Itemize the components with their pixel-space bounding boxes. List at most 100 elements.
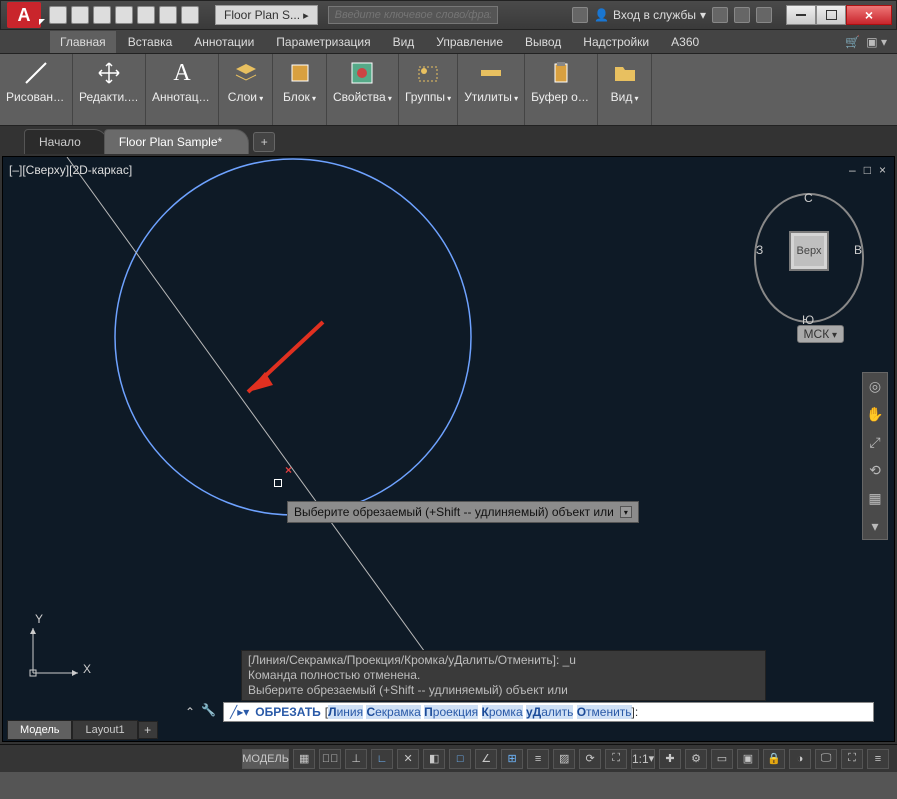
app-logo[interactable]: A bbox=[7, 2, 41, 28]
steering-wheel-icon[interactable]: ◎ bbox=[866, 377, 884, 395]
panel-view[interactable]: Вид bbox=[598, 54, 652, 125]
tab-view[interactable]: Вид bbox=[383, 31, 425, 53]
vp-maximize-icon[interactable]: □ bbox=[864, 163, 871, 177]
tab-addins[interactable]: Надстройки bbox=[573, 31, 659, 53]
tab-insert[interactable]: Вставка bbox=[118, 31, 183, 53]
status-scale-button[interactable]: 1:1 ▾ bbox=[631, 749, 655, 769]
minimize-button[interactable] bbox=[786, 5, 816, 25]
status-otrack-icon[interactable]: ⊞ bbox=[501, 749, 523, 769]
status-workspace-icon[interactable]: ⚙ bbox=[685, 749, 707, 769]
panel-annotation[interactable]: AАннотац... bbox=[146, 54, 219, 125]
panel-properties[interactable]: Свойства bbox=[327, 54, 399, 125]
featured-apps-icon[interactable]: 🛒 bbox=[845, 35, 860, 49]
qat-save-icon[interactable] bbox=[93, 6, 111, 24]
maximize-button[interactable] bbox=[816, 5, 846, 25]
compass-west[interactable]: З bbox=[756, 243, 763, 257]
cmdline-expand-icon[interactable]: ⌃ bbox=[183, 705, 197, 719]
status-lockui-icon[interactable]: 🔒 bbox=[763, 749, 785, 769]
status-quickprops-icon[interactable]: ▣ bbox=[737, 749, 759, 769]
panel-draw[interactable]: Рисован... bbox=[0, 54, 73, 125]
pan-icon[interactable]: ✋ bbox=[866, 405, 884, 423]
group-icon bbox=[413, 58, 443, 88]
close-button[interactable] bbox=[846, 5, 892, 25]
status-ortho-icon[interactable]: ∟ bbox=[371, 749, 393, 769]
panel-clipboard[interactable]: Буфер о... bbox=[525, 54, 598, 125]
layout-tab-model[interactable]: Модель bbox=[7, 720, 72, 740]
orbit-icon[interactable]: ⟲ bbox=[866, 461, 884, 479]
text-icon: A bbox=[167, 58, 197, 88]
panel-layers[interactable]: Слои bbox=[219, 54, 273, 125]
status-osnap-icon[interactable]: □ bbox=[449, 749, 471, 769]
qat-saveas-icon[interactable] bbox=[115, 6, 133, 24]
search-input[interactable] bbox=[328, 6, 498, 24]
status-polar-icon[interactable]: ✕ bbox=[397, 749, 419, 769]
cursor-tooltip: Выберите обрезаемый (+Shift -- удлиняемы… bbox=[287, 501, 639, 523]
qat-new-icon[interactable] bbox=[49, 6, 67, 24]
qat-undo-icon[interactable] bbox=[159, 6, 177, 24]
clipboard-icon bbox=[546, 58, 576, 88]
cmdline-customize-icon[interactable]: 🔧 bbox=[201, 703, 219, 721]
layers-icon bbox=[231, 58, 261, 88]
doctab-start[interactable]: Начало bbox=[24, 129, 108, 154]
document-title: Floor Plan S... ▸ bbox=[215, 5, 318, 25]
status-customize-icon[interactable]: ≡ bbox=[867, 749, 889, 769]
quick-access-toolbar bbox=[49, 6, 199, 24]
status-hardware-icon[interactable]: 🖵 bbox=[815, 749, 837, 769]
viewcube[interactable]: С Ю З В Верх bbox=[754, 193, 864, 323]
status-snapmode-icon[interactable]: �⃞ bbox=[319, 749, 341, 769]
navbar-collapse-icon[interactable]: ▾ bbox=[866, 517, 884, 535]
layout-tabs: Модель Layout1 + bbox=[7, 720, 158, 740]
wcs-badge[interactable]: МСК ▾ bbox=[797, 325, 844, 343]
new-drawing-tab[interactable]: + bbox=[253, 132, 275, 152]
tab-manage[interactable]: Управление bbox=[426, 31, 513, 53]
tab-parametric[interactable]: Параметризация bbox=[266, 31, 380, 53]
status-infer-icon[interactable]: ⊥ bbox=[345, 749, 367, 769]
status-units-icon[interactable]: ▭ bbox=[711, 749, 733, 769]
status-transparency-icon[interactable]: ▨ bbox=[553, 749, 575, 769]
tooltip-dropdown-icon[interactable]: ▾ bbox=[620, 506, 632, 518]
vp-minimize-icon[interactable]: – bbox=[849, 163, 856, 177]
status-cycling-icon[interactable]: ⟳ bbox=[579, 749, 601, 769]
command-line-input[interactable]: ╱▸▾ ОБРЕЗАТЬ [Линия Секрамка Проекция Кр… bbox=[223, 702, 874, 722]
status-modelspace-button[interactable]: МОДЕЛЬ bbox=[242, 749, 289, 769]
qat-redo-icon[interactable] bbox=[181, 6, 199, 24]
zoom-extents-icon[interactable]: ⤢ bbox=[866, 433, 884, 451]
panel-utilities[interactable]: Утилиты bbox=[458, 54, 525, 125]
status-cleanscreen-icon[interactable]: ⛶ bbox=[841, 749, 863, 769]
qat-print-icon[interactable] bbox=[137, 6, 155, 24]
tab-annotate[interactable]: Аннотации bbox=[184, 31, 264, 53]
status-isolate-icon[interactable]: ◑ bbox=[789, 749, 811, 769]
title-bar: A Floor Plan S... ▸ 👤 Вход в службы ▾ bbox=[0, 0, 897, 30]
viewport-label[interactable]: [–][Сверху][2D-каркас] bbox=[9, 163, 132, 177]
autodesk-account-icon[interactable] bbox=[572, 7, 588, 23]
doctab-floorplan[interactable]: Floor Plan Sample* bbox=[104, 129, 249, 154]
layout-tab-layout1[interactable]: Layout1 bbox=[72, 720, 137, 740]
tab-a360[interactable]: A360 bbox=[661, 31, 709, 53]
qat-open-icon[interactable] bbox=[71, 6, 89, 24]
stay-connected-icon[interactable] bbox=[734, 7, 750, 23]
panel-groups[interactable]: Группы bbox=[399, 54, 458, 125]
sign-in-button[interactable]: 👤 Вход в службы ▾ bbox=[594, 8, 706, 22]
tab-output[interactable]: Вывод bbox=[515, 31, 571, 53]
ucs-icon[interactable]: X Y bbox=[23, 618, 93, 691]
status-annomonitor-icon[interactable]: ✚ bbox=[659, 749, 681, 769]
status-isodraft-icon[interactable]: ◧ bbox=[423, 749, 445, 769]
status-3dosnap-icon[interactable]: ∠ bbox=[475, 749, 497, 769]
showmotion-icon[interactable]: ▦ bbox=[866, 489, 884, 507]
panel-modify[interactable]: Редакти... bbox=[73, 54, 146, 125]
status-lineweight-icon[interactable]: ≡ bbox=[527, 749, 549, 769]
help-icon[interactable] bbox=[756, 7, 772, 23]
drawing-canvas[interactable]: [–][Сверху][2D-каркас] – □ × С Ю З В Вер… bbox=[2, 156, 895, 742]
viewcube-face[interactable]: Верх bbox=[789, 231, 829, 271]
add-layout-tab[interactable]: + bbox=[138, 721, 158, 739]
compass-east[interactable]: В bbox=[854, 243, 862, 257]
ribbon-collapse-icon[interactable]: ▣ ▾ bbox=[866, 35, 887, 49]
compass-north[interactable]: С bbox=[804, 191, 813, 205]
exchange-apps-icon[interactable] bbox=[712, 7, 728, 23]
status-annoscale-icon[interactable]: ⛶ bbox=[605, 749, 627, 769]
crosshair-pickbox bbox=[274, 479, 282, 487]
status-grid-icon[interactable]: ▦ bbox=[293, 749, 315, 769]
panel-block[interactable]: Блок bbox=[273, 54, 327, 125]
tab-home[interactable]: Главная bbox=[50, 31, 116, 53]
vp-close-icon[interactable]: × bbox=[879, 163, 886, 177]
